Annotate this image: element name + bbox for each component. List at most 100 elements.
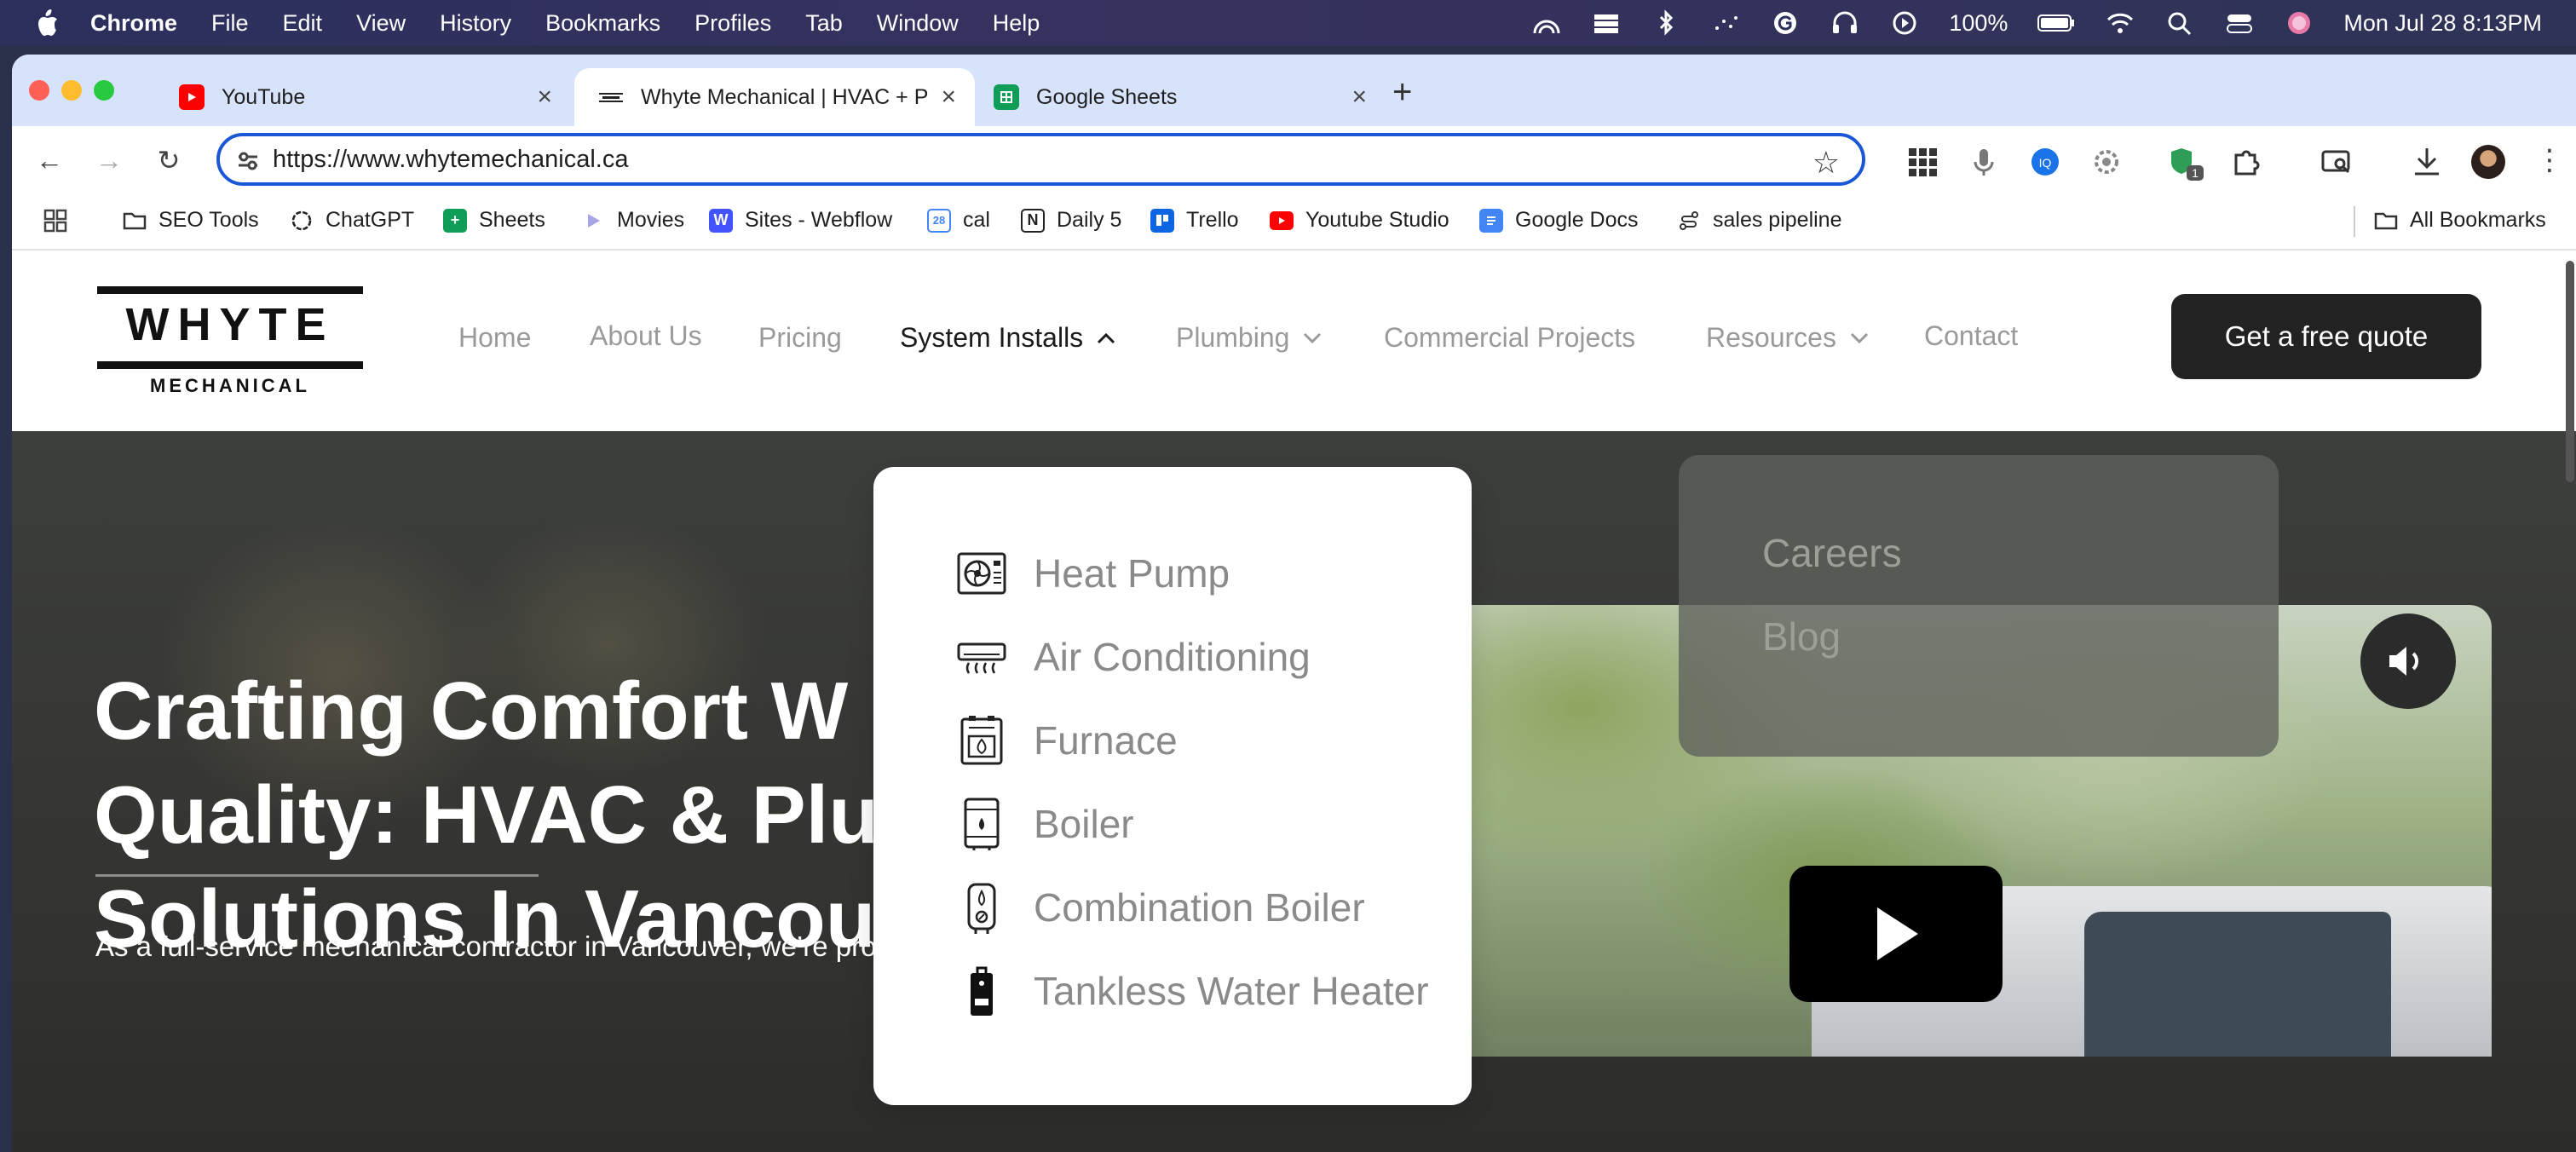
apps-grid-icon[interactable]	[1905, 145, 1939, 179]
battery-icon[interactable]	[2037, 9, 2076, 37]
nav-system-installs[interactable]: System Installs	[900, 322, 1115, 354]
menu-item-heat-pump[interactable]: Heat Pump	[957, 544, 1230, 603]
close-icon[interactable]: ×	[941, 83, 956, 112]
movies-icon	[581, 209, 605, 233]
close-icon[interactable]: ×	[1351, 83, 1367, 112]
headphones-icon[interactable]	[1830, 9, 1860, 37]
all-bookmarks-button[interactable]: All Bookmarks	[2374, 208, 2546, 233]
menu-file[interactable]: File	[211, 10, 249, 37]
menu-window[interactable]: Window	[877, 10, 959, 37]
wifi-icon[interactable]	[2105, 9, 2135, 37]
chevron-up-icon	[1098, 332, 1115, 343]
dots-icon[interactable]	[1710, 9, 1741, 37]
stack-icon[interactable]	[1591, 9, 1622, 37]
tab-title: Whyte Mechanical | HVAC + P	[641, 84, 929, 109]
bookmark-sales-pipeline[interactable]: sales pipeline	[1677, 208, 1842, 233]
page-scrollbar[interactable]	[2566, 261, 2574, 482]
menu-profiles[interactable]: Profiles	[694, 10, 771, 37]
iq-extension-icon[interactable]: IQ	[2028, 145, 2062, 179]
menu-item-air-conditioning[interactable]: Air Conditioning	[957, 627, 1311, 687]
menu-item-tankless-water-heater[interactable]: Tankless Water Heater	[957, 961, 1429, 1021]
menu-help[interactable]: Help	[993, 10, 1040, 37]
nav-pricing[interactable]: Pricing	[758, 322, 842, 354]
site-settings-icon[interactable]	[235, 148, 261, 174]
menu-item-furnace[interactable]: Furnace	[957, 711, 1178, 770]
sheets-icon: +	[443, 208, 467, 233]
spotlight-search-icon[interactable]	[2164, 9, 2195, 37]
bookmark-youtube-studio[interactable]: Youtube Studio	[1270, 208, 1449, 233]
control-center-icon[interactable]	[2224, 9, 2255, 37]
microphone-icon[interactable]	[1967, 145, 2001, 179]
bookmark-seo-tools[interactable]: SEO Tools	[123, 208, 259, 233]
play-circle-icon[interactable]	[1889, 9, 1920, 37]
address-bar[interactable]: https://www.whytemechanical.ca ☆	[216, 133, 1865, 186]
bookmark-google-docs[interactable]: Google Docs	[1479, 208, 1639, 233]
bluetooth-icon[interactable]	[1651, 9, 1681, 37]
nav-about-us[interactable]: About Us	[590, 320, 702, 352]
menu-app-name[interactable]: Chrome	[90, 10, 177, 37]
puzzle-extensions-icon[interactable]	[2229, 145, 2263, 179]
tab-search-icon[interactable]	[2320, 145, 2354, 179]
nav-home[interactable]: Home	[458, 322, 531, 354]
bookmark-movies[interactable]: Movies	[581, 208, 684, 233]
back-arrow-icon[interactable]: ←	[32, 143, 66, 177]
tab-google-sheets[interactable]: Google Sheets ×	[994, 68, 1386, 126]
arc-icon[interactable]	[1531, 9, 1562, 37]
menubar-clock[interactable]: Mon Jul 28 8:13PM	[2343, 10, 2542, 37]
tab-whyte-mechanical[interactable]: Whyte Mechanical | HVAC + P ×	[574, 68, 975, 126]
menu-edit[interactable]: Edit	[283, 10, 323, 37]
menu-item-boiler[interactable]: Boiler	[957, 794, 1134, 854]
profile-avatar[interactable]	[2471, 145, 2505, 179]
menu-item-label: Furnace	[1034, 718, 1178, 763]
bookmark-chatgpt[interactable]: ChatGPT	[290, 208, 414, 233]
video-play-button[interactable]	[1789, 866, 2003, 1002]
tab-youtube[interactable]: YouTube ×	[179, 68, 571, 126]
logo-subtitle: MECHANICAL	[150, 375, 310, 396]
shield-extension-icon[interactable]: 1	[2168, 145, 2205, 182]
bookmark-star-icon[interactable]: ☆	[1812, 145, 1840, 181]
bookmark-label: ChatGPT	[326, 208, 415, 232]
resources-item-careers[interactable]: Careers	[1762, 530, 1902, 576]
video-truck-window	[2084, 912, 2391, 1057]
menu-view[interactable]: View	[356, 10, 406, 37]
nav-resources[interactable]: Resources	[1706, 322, 1869, 354]
more-menu-icon[interactable]: ⋮	[2533, 143, 2567, 177]
menu-history[interactable]: History	[440, 10, 511, 37]
resources-item-blog[interactable]: Blog	[1762, 613, 1841, 660]
gear-extension-icon[interactable]	[2089, 145, 2124, 179]
reload-icon[interactable]: ↻	[152, 143, 186, 177]
volume-button[interactable]	[2360, 613, 2456, 709]
nav-commercial-projects[interactable]: Commercial Projects	[1384, 322, 1635, 354]
menu-item-label: Air Conditioning	[1034, 635, 1311, 679]
forward-arrow-icon[interactable]: →	[92, 143, 126, 177]
bookmarks-bar: SEO Tools ChatGPT + Sheets Movies W Sites …	[12, 194, 2576, 251]
apple-icon[interactable]	[34, 9, 60, 37]
menu-item-combination-boiler[interactable]: Combination Boiler	[957, 878, 1365, 937]
download-icon[interactable]	[2410, 145, 2444, 179]
bookmark-sheets[interactable]: + Sheets	[443, 208, 545, 233]
nav-contact[interactable]: Contact	[1924, 320, 2018, 352]
minimize-window-button[interactable]	[61, 80, 82, 101]
browser-toolbar: ← → ↻ https://www.whytemechanical.ca ☆ I…	[12, 126, 2576, 194]
bookmark-daily-5[interactable]: N Daily 5	[1021, 208, 1121, 233]
apps-shortcut-icon[interactable]	[43, 208, 68, 233]
all-bookmarks-label: All Bookmarks	[2410, 208, 2546, 232]
tab-title: YouTube	[222, 84, 306, 109]
menu-tab[interactable]: Tab	[805, 10, 843, 37]
menu-item-label: Boiler	[1034, 802, 1134, 846]
bookmark-sites-webflow[interactable]: W Sites - Webflow	[709, 208, 892, 233]
nav-plumbing[interactable]: Plumbing	[1176, 322, 1322, 354]
url-text[interactable]: https://www.whytemechanical.ca	[273, 146, 628, 174]
get-free-quote-button[interactable]: Get a free quote	[2171, 294, 2481, 379]
whyte-mechanical-logo[interactable]: WHYTE MECHANICAL	[97, 286, 363, 397]
siri-icon[interactable]	[2284, 9, 2314, 37]
close-icon[interactable]: ×	[537, 83, 552, 112]
bookmark-trello[interactable]: Trello	[1150, 208, 1239, 233]
new-tab-button[interactable]: +	[1392, 73, 1412, 112]
speaker-icon	[2389, 647, 2419, 676]
close-window-button[interactable]	[29, 80, 49, 101]
grammarly-icon[interactable]	[1770, 9, 1801, 37]
bookmark-cal[interactable]: 28 cal	[927, 208, 990, 233]
menu-bookmarks[interactable]: Bookmarks	[545, 10, 660, 37]
zoom-window-button[interactable]	[94, 80, 114, 101]
